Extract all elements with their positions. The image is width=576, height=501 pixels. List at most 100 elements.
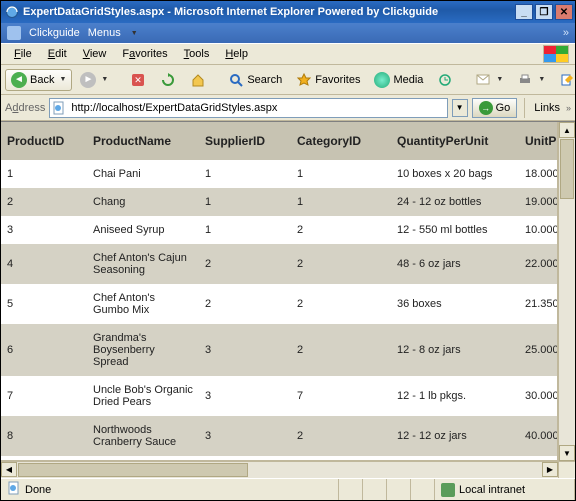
- chevron-down-icon[interactable]: ▼: [496, 76, 503, 83]
- address-bar: Address ▼ → Go Links »: [1, 95, 575, 121]
- go-label: Go: [496, 102, 511, 114]
- horizontal-scroll-thumb[interactable]: [18, 463, 248, 477]
- history-button[interactable]: [431, 69, 459, 91]
- mail-button[interactable]: ▼: [469, 69, 509, 91]
- standard-toolbar: ◄ Back ▼ ► ▼ ✕ Search Favorites Media ▼ …: [1, 65, 575, 95]
- print-button[interactable]: ▼: [511, 69, 551, 91]
- ext-label-menus[interactable]: Menus: [88, 27, 121, 39]
- cell-unitp: 22.0000: [519, 244, 558, 284]
- cell-quantityperunit: 12 - 8 oz jars: [391, 324, 519, 376]
- stop-button[interactable]: ✕: [124, 69, 152, 91]
- col-supplierid[interactable]: SupplierID: [199, 122, 291, 160]
- address-input[interactable]: [69, 101, 444, 115]
- table-row[interactable]: 3Aniseed Syrup1212 - 550 ml bottles10.00…: [1, 216, 558, 244]
- close-button[interactable]: ✕: [555, 4, 573, 20]
- go-button[interactable]: → Go: [472, 98, 518, 118]
- media-button[interactable]: Media: [368, 69, 429, 91]
- menu-favorites[interactable]: Favorites: [115, 46, 174, 62]
- cell-productid: 7: [1, 376, 87, 416]
- address-dropdown-button[interactable]: ▼: [452, 99, 468, 117]
- page-viewport: ProductID ProductName SupplierID Categor…: [1, 122, 558, 461]
- address-input-wrap[interactable]: [49, 98, 447, 118]
- extension-overflow-icon[interactable]: »: [563, 27, 569, 39]
- links-label[interactable]: Links: [532, 102, 562, 114]
- menu-help[interactable]: Help: [218, 46, 255, 62]
- chevron-down-icon[interactable]: ▼: [59, 76, 66, 83]
- search-button[interactable]: Search: [222, 69, 288, 91]
- col-productid[interactable]: ProductID: [1, 122, 87, 160]
- table-row[interactable]: 8Northwoods Cranberry Sauce3212 - 12 oz …: [1, 416, 558, 456]
- home-button[interactable]: [184, 69, 212, 91]
- status-slot-2: [363, 479, 387, 500]
- restore-button[interactable]: ❐: [535, 4, 553, 20]
- cell-productname: Chang: [87, 188, 199, 216]
- scroll-right-arrow-icon[interactable]: ▶: [542, 462, 558, 477]
- header-row: ProductID ProductName SupplierID Categor…: [1, 122, 558, 160]
- menu-edit[interactable]: Edit: [41, 46, 74, 62]
- edit-page-button[interactable]: [553, 69, 576, 91]
- menu-view[interactable]: View: [76, 46, 114, 62]
- content-area: ProductID ProductName SupplierID Categor…: [1, 121, 575, 478]
- cell-productid: 8: [1, 416, 87, 456]
- cell-quantityperunit: 48 - 6 oz jars: [391, 244, 519, 284]
- menu-file[interactable]: File: [7, 46, 39, 62]
- vertical-scroll-thumb[interactable]: [560, 139, 574, 199]
- search-label: Search: [247, 74, 282, 86]
- scroll-down-arrow-icon[interactable]: ▼: [559, 445, 575, 461]
- forward-arrow-icon: ►: [80, 72, 96, 88]
- cell-supplierid: 3: [199, 376, 291, 416]
- favorites-button[interactable]: Favorites: [290, 69, 366, 91]
- back-arrow-icon: ◄: [11, 72, 27, 88]
- cell-productname: Aniseed Syrup: [87, 216, 199, 244]
- cell-productid: 2: [1, 188, 87, 216]
- vertical-scrollbar[interactable]: ▲ ▼: [558, 122, 575, 461]
- edit-icon: [559, 72, 575, 88]
- table-row[interactable]: 1Chai Pani1110 boxes x 20 bags18.0000: [1, 160, 558, 188]
- chevron-down-icon[interactable]: ▼: [538, 76, 545, 83]
- window-title: ExpertDataGridStyles.aspx - Microsoft In…: [23, 6, 515, 18]
- search-icon: [228, 72, 244, 88]
- cell-quantityperunit: 10 boxes x 20 bags: [391, 160, 519, 188]
- ie-icon: [5, 5, 19, 19]
- cell-supplierid: 3: [199, 416, 291, 456]
- cell-productname: Chef Anton's Cajun Seasoning: [87, 244, 199, 284]
- table-row[interactable]: 5Chef Anton's Gumbo Mix2236 boxes21.3500: [1, 284, 558, 324]
- chevron-down-icon[interactable]: ▼: [131, 30, 138, 37]
- cell-productname: Grandma's Boysenberry Spread: [87, 324, 199, 376]
- cell-unitp: 19.0000: [519, 188, 558, 216]
- cell-categoryid: 2: [291, 216, 391, 244]
- col-unitprice[interactable]: UnitP: [519, 122, 558, 160]
- data-grid: ProductID ProductName SupplierID Categor…: [1, 122, 558, 456]
- cell-productid: 3: [1, 216, 87, 244]
- forward-button[interactable]: ► ▼: [74, 69, 114, 91]
- chevron-down-icon[interactable]: ▼: [101, 76, 108, 83]
- scroll-up-arrow-icon[interactable]: ▲: [559, 122, 575, 138]
- table-row[interactable]: 6Grandma's Boysenberry Spread3212 - 8 oz…: [1, 324, 558, 376]
- ext-label-clickguide[interactable]: Clickguide: [29, 27, 80, 39]
- cell-categoryid: 1: [291, 160, 391, 188]
- col-quantity[interactable]: QuantityPerUnit: [391, 122, 519, 160]
- back-button[interactable]: ◄ Back ▼: [5, 69, 72, 91]
- table-row[interactable]: 7Uncle Bob's Organic Dried Pears3712 - 1…: [1, 376, 558, 416]
- title-bar: ExpertDataGridStyles.aspx - Microsoft In…: [1, 1, 575, 23]
- cell-quantityperunit: 24 - 12 oz bottles: [391, 188, 519, 216]
- cell-supplierid: 2: [199, 284, 291, 324]
- cell-unitp: 30.0000: [519, 376, 558, 416]
- cell-unitp: 21.3500: [519, 284, 558, 324]
- scroll-left-arrow-icon[interactable]: ◀: [1, 462, 17, 477]
- menu-tools[interactable]: Tools: [177, 46, 217, 62]
- cell-productname: Uncle Bob's Organic Dried Pears: [87, 376, 199, 416]
- links-overflow-icon[interactable]: »: [566, 103, 571, 113]
- col-productname[interactable]: ProductName: [87, 122, 199, 160]
- horizontal-scrollbar[interactable]: ◀ ▶: [1, 461, 558, 478]
- cell-supplierid: 1: [199, 188, 291, 216]
- cell-quantityperunit: 12 - 12 oz jars: [391, 416, 519, 456]
- cell-productname: Chai Pani: [87, 160, 199, 188]
- status-slot-1: [339, 479, 363, 500]
- minimize-button[interactable]: _: [515, 4, 533, 20]
- table-row[interactable]: 2Chang1124 - 12 oz bottles19.0000: [1, 188, 558, 216]
- table-row[interactable]: 4Chef Anton's Cajun Seasoning2248 - 6 oz…: [1, 244, 558, 284]
- col-categoryid[interactable]: CategoryID: [291, 122, 391, 160]
- refresh-button[interactable]: [154, 69, 182, 91]
- cell-quantityperunit: 12 - 550 ml bottles: [391, 216, 519, 244]
